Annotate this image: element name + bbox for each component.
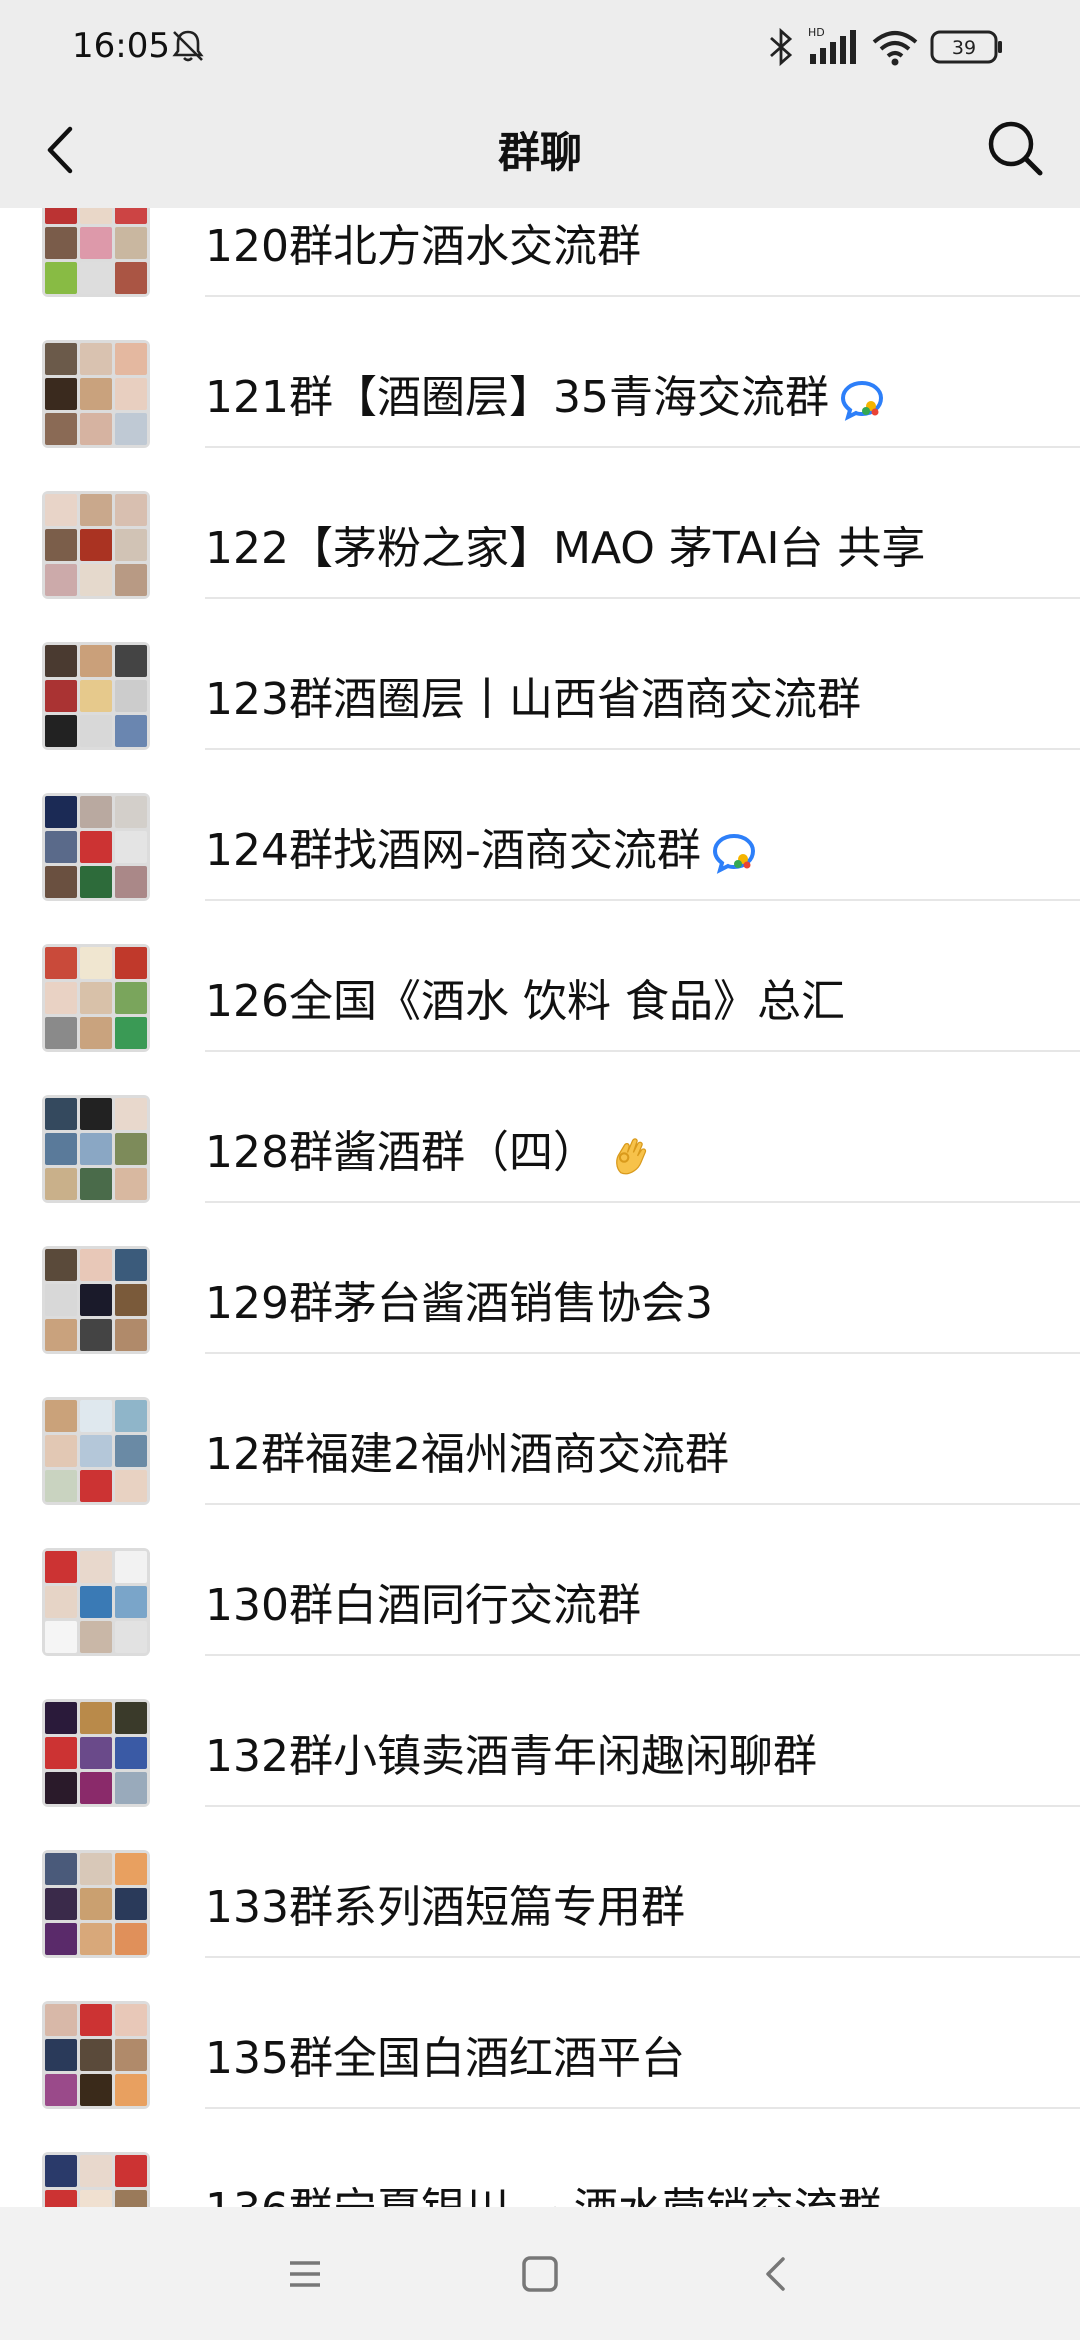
group-name-text: 133群系列酒短篇专用群 <box>205 1882 685 1933</box>
search-icon[interactable] <box>980 113 1050 183</box>
group-avatar <box>42 793 150 901</box>
wifi-icon <box>872 31 918 66</box>
group-name: 132群小镇卖酒青年闲趣闲聊群 <box>205 1720 817 1784</box>
group-avatar <box>42 1548 150 1656</box>
bluetooth-icon <box>770 27 793 67</box>
group-name: 120群北方酒水交流群 <box>205 210 641 274</box>
group-name: 126全国《酒水 饮料 食品》总汇 <box>205 965 845 1029</box>
menu-icon[interactable] <box>280 2249 330 2299</box>
status-time: 16:05 <box>72 26 170 66</box>
group-avatar <box>42 208 150 297</box>
group-name-text: 135群全国白酒红酒平台 <box>205 2033 685 2084</box>
group-avatar <box>42 1095 150 1203</box>
system-nav-bar <box>0 2207 1080 2340</box>
group-name-text: 136群宁夏银川 ~ 酒水营销交流群 <box>205 2184 882 2207</box>
chat-bubble-icon <box>840 380 883 421</box>
bell-muted-icon <box>172 30 204 62</box>
svg-text:HD: HD <box>808 26 825 39</box>
list-item[interactable]: 132群小镇卖酒青年闲趣闲聊群 <box>0 1656 1080 1807</box>
list-item[interactable]: 124群找酒网-酒商交流群 <box>0 750 1080 901</box>
group-name-text: 122【茅粉之家】MAO 茅TAI台 共享 <box>205 523 926 574</box>
list-item[interactable]: 130群白酒同行交流群 <box>0 1505 1080 1656</box>
back-icon[interactable] <box>752 2249 802 2299</box>
list-item[interactable]: 123群酒圈层丨山西省酒商交流群 <box>0 599 1080 750</box>
group-avatar <box>42 2001 150 2109</box>
group-avatar <box>42 2152 150 2207</box>
group-name: 122【茅粉之家】MAO 茅TAI台 共享 <box>205 512 925 576</box>
group-avatar <box>42 1246 150 1354</box>
group-name-text: 129群茅台酱酒销售协会3 <box>205 1278 713 1329</box>
list-item[interactable]: 135群全国白酒红酒平台 <box>0 1958 1080 2109</box>
group-name-text: 121群【酒圈层】35青海交流群 <box>205 372 829 423</box>
battery-level: 39 <box>952 37 976 59</box>
group-avatar <box>42 1397 150 1505</box>
group-name: 12群福建2福州酒商交流群 <box>205 1418 729 1482</box>
list-item[interactable]: 126全国《酒水 饮料 食品》总汇 <box>0 901 1080 1052</box>
home-icon[interactable] <box>515 2249 565 2299</box>
list-item[interactable]: 133群系列酒短篇专用群 <box>0 1807 1080 1958</box>
group-name-text: 130群白酒同行交流群 <box>205 1580 641 1631</box>
group-name: 136群宁夏银川 ~ 酒水营销交流群 <box>205 2173 882 2207</box>
group-name-text: 132群小镇卖酒青年闲趣闲聊群 <box>205 1731 817 1782</box>
group-name: 133群系列酒短篇专用群 <box>205 1871 685 1935</box>
list-item[interactable]: 122【茅粉之家】MAO 茅TAI台 共享 <box>0 448 1080 599</box>
group-name: 135群全国白酒红酒平台 <box>205 2022 685 2086</box>
group-avatar <box>42 944 150 1052</box>
group-name: 121群【酒圈层】35青海交流群 <box>205 361 885 425</box>
group-name-text: 126全国《酒水 饮料 食品》总汇 <box>205 976 845 1027</box>
group-avatar <box>42 491 150 599</box>
group-name-text: 123群酒圈层丨山西省酒商交流群 <box>205 674 861 725</box>
list-item[interactable]: 120群北方酒水交流群 <box>0 208 1080 297</box>
group-name: 124群找酒网-酒商交流群 <box>205 814 757 878</box>
list-item[interactable]: 128群酱酒群（四） <box>0 1052 1080 1203</box>
hd-signal-icon: HD <box>808 26 856 64</box>
nav-bar: 群聊 <box>0 95 1080 208</box>
group-list[interactable]: 120群北方酒水交流群 121群【酒圈层】35青海交流群 122【茅粉之家】MAO … <box>0 208 1080 2207</box>
battery-icon: 39 <box>930 30 1002 64</box>
group-name-text: 12群福建2福州酒商交流群 <box>205 1429 729 1480</box>
ok-hand-icon <box>616 1138 647 1175</box>
group-avatar <box>42 340 150 448</box>
list-item[interactable]: 129群茅台酱酒销售协会3 <box>0 1203 1080 1354</box>
group-name: 128群酱酒群（四） <box>205 1116 653 1180</box>
chat-bubble-icon <box>712 833 755 874</box>
group-name-text: 128群酱酒群（四） <box>205 1127 597 1178</box>
group-name: 130群白酒同行交流群 <box>205 1569 641 1633</box>
page-title: 群聊 <box>497 128 582 177</box>
list-item[interactable]: 12群福建2福州酒商交流群 <box>0 1354 1080 1505</box>
group-avatar <box>42 642 150 750</box>
list-item[interactable]: 121群【酒圈层】35青海交流群 <box>0 297 1080 448</box>
group-name: 129群茅台酱酒销售协会3 <box>205 1267 713 1331</box>
group-avatar <box>42 1850 150 1958</box>
group-name-text: 124群找酒网-酒商交流群 <box>205 825 701 876</box>
list-item[interactable]: 136群宁夏银川 ~ 酒水营销交流群 <box>0 2109 1080 2207</box>
group-avatar <box>42 1699 150 1807</box>
status-bar: 16:05 HD 39 <box>0 0 1080 95</box>
group-name: 123群酒圈层丨山西省酒商交流群 <box>205 663 861 727</box>
group-name-text: 120群北方酒水交流群 <box>205 221 641 272</box>
